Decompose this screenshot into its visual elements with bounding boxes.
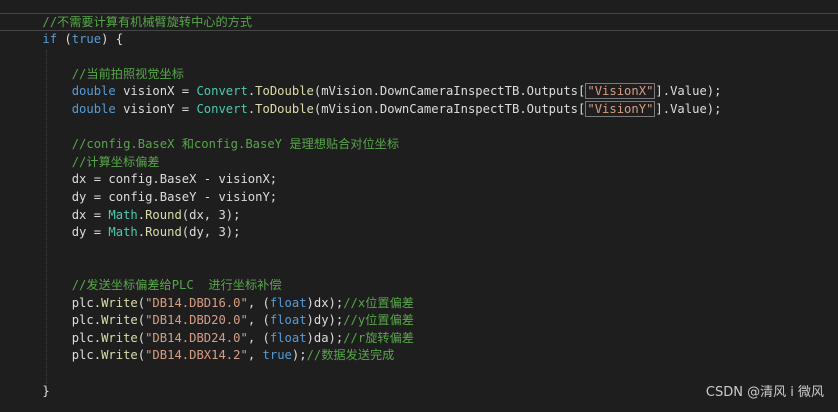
code-line[interactable]: dx = config.BaseX - visionX; (0, 171, 838, 189)
code-token-ident: (mVision.DownCameraInspectTB.Outputs[ (313, 84, 586, 99)
code-line[interactable]: double visionX = Convert.ToDouble(mVisio… (0, 83, 838, 101)
code-line[interactable] (0, 48, 838, 66)
code-token-comment: //config.BaseX 和config.BaseY 是理想贴合对位坐标 (71, 137, 400, 152)
code-token-ident: ) { (101, 31, 124, 46)
code-token-comment: //数据发送完成 (306, 348, 395, 363)
code-token-type: Math (108, 207, 138, 222)
code-line[interactable]: //发送坐标偏差给PLC 进行坐标补偿 (0, 277, 838, 295)
code-token-ident (13, 32, 42, 46)
code-token-ident: visionY = (115, 102, 197, 116)
code-token-type: Math (108, 225, 138, 240)
code-token-comment: //发送坐标偏差给PLC 进行坐标补偿 (71, 278, 282, 292)
code-token-ident: ( (137, 348, 146, 363)
code-token-ident (13, 102, 72, 116)
code-line[interactable]: plc.Write("DB14.DBX14.2", true);//数据发送完成 (0, 347, 838, 365)
code-token-comment: //当前拍照视觉坐标 (71, 66, 184, 81)
code-line[interactable]: if (true) { (0, 31, 838, 49)
code-token-ident: )da); (306, 330, 344, 345)
code-line[interactable]: //计算坐标偏差 (0, 154, 838, 172)
code-token-ident (13, 84, 72, 98)
code-token-ident: , ( (247, 313, 270, 328)
code-line[interactable]: //当前拍照视觉坐标 (0, 66, 838, 84)
code-token-ident: (mVision.DownCameraInspectTB.Outputs[ (313, 102, 586, 116)
code-token-ident: ( (137, 330, 146, 345)
code-token-ident: ( (137, 295, 146, 310)
code-token-keyword: true (71, 31, 102, 46)
code-token-keyword: true (262, 348, 292, 363)
code-token-string: "DB14.DBX14.2" (145, 348, 248, 363)
code-line[interactable]: //config.BaseX 和config.BaseY 是理想贴合对位坐标 (0, 136, 838, 154)
code-token-ident: )dy); (306, 313, 344, 328)
code-token-ident: (dx, 3); (181, 207, 241, 222)
code-token-method: Write (101, 295, 138, 310)
code-token-ident: ); (291, 348, 307, 363)
code-token-string: "VisionX" (585, 83, 656, 100)
code-token-ident: dy = config.BaseY - visionY; (13, 190, 278, 204)
code-line[interactable]: plc.Write("DB14.DBD16.0", (float)dx);//x… (0, 295, 838, 313)
code-token-keyword: float (269, 330, 307, 345)
code-token-ident: ].Value); (655, 84, 722, 99)
code-token-ident (13, 15, 42, 29)
code-token-ident: plc. (13, 295, 102, 310)
code-token-keyword: double (71, 84, 116, 99)
code-line[interactable] (0, 242, 838, 260)
code-token-ident: dx = (13, 207, 109, 222)
code-token-ident: )dx); (306, 295, 344, 310)
code-token-ident: visionX = (115, 84, 197, 99)
code-token-comment: //计算坐标偏差 (71, 154, 160, 169)
code-line[interactable]: dy = Math.Round(dy, 3); (0, 224, 838, 242)
code-token-keyword: double (71, 102, 116, 116)
code-token-keyword: if (42, 31, 58, 46)
code-token-type: Convert (196, 102, 248, 116)
code-token-ident: plc. (13, 330, 102, 345)
code-line[interactable] (0, 259, 838, 277)
code-token-method: Write (101, 313, 138, 328)
code-token-ident: plc. (13, 348, 102, 363)
code-token-ident: plc. (13, 313, 102, 328)
code-line[interactable]: //不需要计算有机械臂旋转中心的方式 (0, 13, 838, 31)
code-token-comment: //r旋转偏差 (343, 330, 414, 345)
code-token-ident: (dy, 3); (181, 225, 241, 240)
code-token-string: "DB14.DBD16.0" (145, 295, 248, 310)
code-token-ident: . (137, 207, 146, 222)
code-token-method: Round (145, 225, 182, 240)
code-line[interactable] (0, 365, 838, 383)
code-token-ident: ( (137, 313, 146, 328)
code-token-comment: //y位置偏差 (343, 313, 414, 328)
code-token-ident: , (247, 348, 263, 363)
code-token-keyword: float (269, 313, 307, 328)
code-token-keyword: float (269, 295, 307, 310)
code-token-ident (13, 155, 72, 169)
code-token-ident (13, 137, 72, 151)
code-token-method: Write (101, 330, 138, 345)
code-token-method: ToDouble (255, 84, 314, 99)
code-token-ident: dx = config.BaseX - visionX; (13, 172, 278, 187)
code-token-ident: . (137, 225, 146, 240)
csdn-watermark: CSDN @清风 i 微风 (705, 385, 824, 400)
code-token-type: Convert (196, 84, 248, 99)
code-token-ident: , ( (247, 295, 270, 310)
code-token-string: "DB14.DBD20.0" (145, 313, 248, 328)
code-token-ident: ( (57, 31, 72, 46)
code-line[interactable]: dy = config.BaseY - visionY; (0, 189, 838, 207)
code-token-ident: } (13, 383, 50, 398)
code-token-string: "DB14.DBD24.0" (145, 330, 248, 345)
code-token-string: "VisionY" (585, 101, 656, 117)
code-line[interactable]: plc.Write("DB14.DBD24.0", (float)da);//r… (0, 330, 838, 348)
code-token-ident: , ( (247, 330, 270, 345)
code-token-comment: //x位置偏差 (343, 295, 414, 310)
code-line[interactable]: double visionY = Convert.ToDouble(mVisio… (0, 101, 838, 119)
code-token-ident (13, 67, 72, 81)
code-line[interactable]: dx = Math.Round(dx, 3); (0, 207, 838, 225)
code-token-method: ToDouble (255, 102, 314, 116)
code-token-ident: ].Value); (655, 102, 722, 116)
code-editor[interactable]: //不需要计算有机械臂旋转中心的方式 if (true) { //当前拍照视觉坐… (0, 0, 838, 412)
code-line[interactable]: plc.Write("DB14.DBD20.0", (float)dy);//y… (0, 312, 838, 330)
code-token-ident: dy = (13, 225, 109, 240)
code-token-method: Round (145, 207, 182, 222)
code-token-method: Write (101, 348, 138, 363)
code-token-ident (13, 278, 72, 292)
code-token-comment: //不需要计算有机械臂旋转中心的方式 (42, 15, 253, 29)
code-line[interactable] (0, 119, 838, 137)
